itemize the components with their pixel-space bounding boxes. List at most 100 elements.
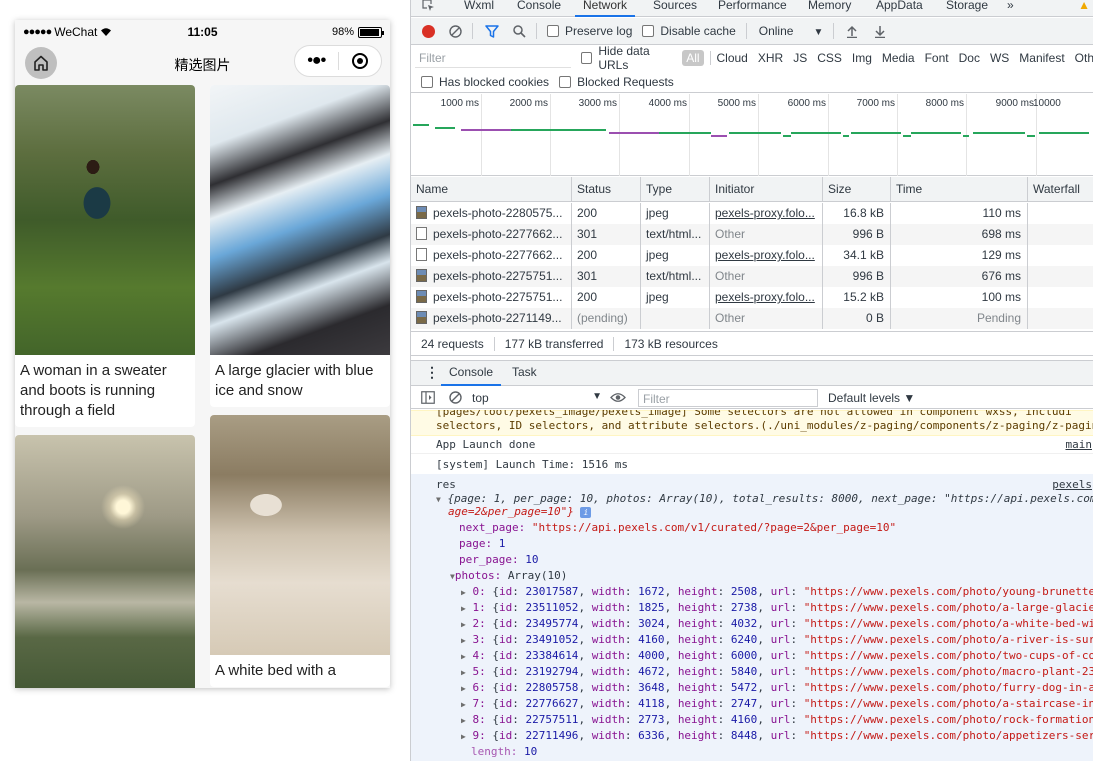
array-item-line[interactable]: ▶ 9: {id: 22711496, width: 6336, height:… [461,729,1093,742]
tab-wxml[interactable]: Wxml [456,0,502,17]
array-item-line[interactable]: ▶ 8: {id: 22757511, width: 2773, height:… [461,713,1093,726]
search-icon[interactable] [513,24,526,38]
throttling-value: Online [758,24,794,38]
expanded-object-log[interactable]: res pexels ▼ {page: 1, per_page: 10, pho… [411,474,1093,761]
photo-card[interactable]: A white bed with a [210,415,390,687]
preserve-log-checkbox[interactable]: Preserve log [547,24,632,38]
tab-sources[interactable]: Sources [645,0,705,17]
blocked-requests-checkbox[interactable]: Blocked Requests [559,75,674,89]
tab-storage[interactable]: Storage [938,0,996,17]
filter-divider [709,51,711,65]
initiator-link[interactable]: pexels-proxy.folo... [710,203,823,224]
context-select[interactable]: top ▼ [472,391,602,405]
photo-id: 23491052 [525,633,579,646]
type-filter-xhr[interactable]: XHR [758,51,783,65]
network-filter-input[interactable]: Filter [415,48,572,68]
array-item-line[interactable]: ▶ 2: {id: 23495774, width: 3024, height:… [461,617,1093,630]
column-header-time[interactable]: Time [891,177,1028,202]
timeline-gridline [689,94,690,176]
warning-icon[interactable]: ▲ [1078,0,1090,12]
column-header-size[interactable]: Size [823,177,891,202]
tab-console[interactable]: Console [509,0,569,17]
log-levels-select[interactable]: Default levels ▼ [828,391,915,405]
network-overview-timeline[interactable]: 1000 ms 2000 ms 3000 ms 4000 ms 5000 ms … [411,94,1093,176]
status-cell: (pending) [572,308,641,329]
column-header-status[interactable]: Status [572,177,641,202]
live-expression-eye-icon[interactable] [610,392,626,403]
collapse-triangle-icon: ▼ [436,495,441,504]
record-button[interactable] [422,24,435,38]
tab-appdata[interactable]: AppData [868,0,931,17]
object-preview[interactable]: ▼ {page: 1, per_page: 10, photos: Array(… [436,492,1093,505]
type-filter-cloud[interactable]: Cloud [716,51,747,65]
photo-card[interactable]: A woman in a sweater and boots is runnin… [15,85,195,427]
table-row[interactable]: pexels-photo-2280575... 200 jpeg pexels-… [411,203,1093,224]
more-tabs-button[interactable]: » [999,0,1022,17]
type-filter-manifest[interactable]: Manifest [1019,51,1064,65]
column-header-initiator[interactable]: Initiator [710,177,823,202]
type-filter-js[interactable]: JS [793,51,807,65]
type-filter-all[interactable]: All [682,50,704,66]
initiator-link[interactable]: pexels-proxy.folo... [710,287,823,308]
photo-feed[interactable]: A woman in a sweater and boots is runnin… [15,85,390,688]
column-header-waterfall[interactable]: Waterfall [1028,177,1093,202]
clear-console-icon[interactable] [449,391,462,404]
photo-card[interactable] [15,435,195,688]
source-link[interactable]: main [1066,438,1093,451]
tab-network[interactable]: Network [575,0,636,17]
type-filter-ws[interactable]: WS [990,51,1009,65]
photo-height: 6240 [730,633,758,646]
initiator-link[interactable]: pexels-proxy.folo... [710,245,823,266]
table-row[interactable]: pexels-photo-2275751... 200 jpeg pexels-… [411,287,1093,308]
more-options-button[interactable]: •●• [295,52,338,70]
type-filter-img[interactable]: Img [852,51,872,65]
type-filter-doc[interactable]: Doc [959,51,980,65]
sidebar-toggle-icon[interactable] [421,391,435,404]
tab-performance[interactable]: Performance [710,0,795,17]
clear-icon[interactable] [449,24,462,38]
timeline-bar [843,135,849,137]
type-filter-font[interactable]: Font [925,51,949,65]
disable-cache-label: Disable cache [660,24,736,38]
inspect-element-icon[interactable] [421,0,435,12]
array-item-line[interactable]: ▶ 7: {id: 22776627, width: 4118, height:… [461,697,1093,710]
type-filter-other[interactable]: Oth [1075,51,1093,65]
array-item-line[interactable]: ▶ 5: {id: 23192794, width: 4672, height:… [461,665,1093,678]
column-header-type[interactable]: Type [641,177,710,202]
import-har-icon[interactable] [846,25,858,38]
type-filter-css[interactable]: CSS [817,51,842,65]
table-row[interactable]: pexels-photo-2275751... 301 text/html...… [411,266,1093,287]
capsule-menu: •●• [294,45,382,77]
array-item-line[interactable]: ▶ 4: {id: 23384614, width: 4000, height:… [461,649,1093,662]
drawer-tab-console[interactable]: Console [441,361,502,386]
has-blocked-cookies-checkbox[interactable]: Has blocked cookies [421,75,549,89]
hide-data-urls-checkbox[interactable]: Hide data URLs [581,44,675,72]
property-line[interactable]: ▼photos: Array(10) [450,569,1093,582]
photo-card[interactable]: A large glacier with blue ice and snow [210,85,390,407]
timeline-label: 10000 [1033,98,1061,109]
drawer-menu-icon[interactable]: ⋮ [425,364,439,381]
array-item-line[interactable]: ▶ 3: {id: 23491052, width: 4160, height:… [461,633,1093,646]
photo-width: 4000 [638,649,665,662]
timeline-bar [851,132,901,134]
console-output[interactable]: [pages/tool/pexels_image/pexels_image] S… [411,410,1093,761]
array-item-line[interactable]: ▶ 6: {id: 22805758, width: 3648, height:… [461,681,1093,694]
type-filter-media[interactable]: Media [882,51,915,65]
disable-cache-checkbox[interactable]: Disable cache [642,24,736,38]
table-row[interactable]: pexels-photo-2277662... 301 text/html...… [411,224,1093,245]
console-filter-input[interactable]: Filter [638,388,818,407]
table-row[interactable]: pexels-photo-2271149... (pending) Other … [411,308,1093,329]
table-row[interactable]: pexels-photo-2277662... 200 jpeg pexels-… [411,245,1093,266]
throttling-select[interactable]: Online ▼ [759,24,824,38]
source-link[interactable]: pexels [1052,478,1092,491]
export-har-icon[interactable] [874,25,886,38]
array-item-line[interactable]: ▶ 0: {id: 23017587, width: 1672, height:… [461,585,1093,598]
tab-memory[interactable]: Memory [800,0,859,17]
drawer-tab-task[interactable]: Task [504,361,545,386]
array-item-line[interactable]: ▶ 1: {id: 23511052, width: 1825, height:… [461,601,1093,614]
filter-funnel-icon[interactable] [485,24,499,38]
info-icon[interactable]: i [580,507,592,518]
column-header-name[interactable]: Name [411,177,572,202]
close-mini-program-button[interactable] [338,52,381,70]
waterfall-cell [1028,245,1093,266]
